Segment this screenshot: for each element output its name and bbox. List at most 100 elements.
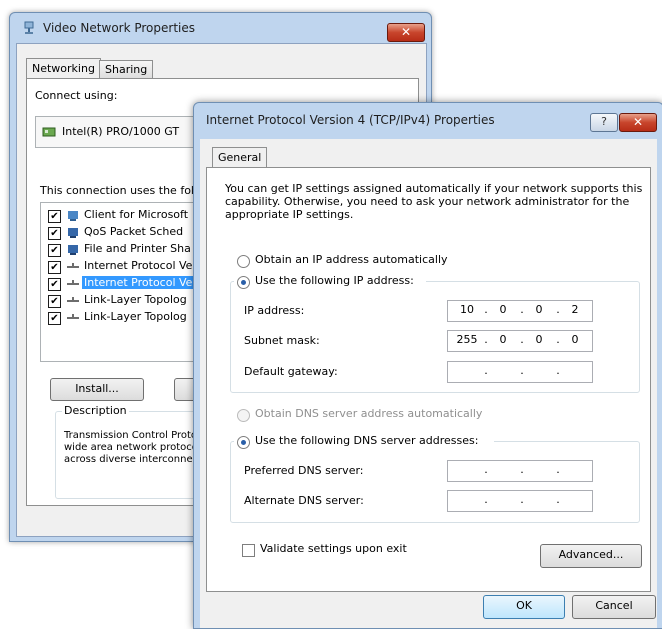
octet-separator: . bbox=[520, 493, 524, 506]
dialog-title: Internet Protocol Version 4 (TCP/IPv4) P… bbox=[206, 113, 495, 127]
tab-sharing[interactable]: Sharing bbox=[99, 60, 154, 79]
checkbox[interactable]: ✔ bbox=[48, 244, 61, 257]
list-item[interactable]: ✔ Link-Layer Topolog bbox=[44, 292, 211, 309]
help-icon: ? bbox=[601, 115, 607, 128]
alternate-dns-label: Alternate DNS server: bbox=[244, 494, 364, 507]
validate-label: Validate settings upon exit bbox=[260, 542, 407, 555]
list-item[interactable]: ✔ Link-Layer Topolog bbox=[44, 309, 211, 326]
tab-general[interactable]: General bbox=[212, 147, 268, 168]
use-following-dns-radio[interactable] bbox=[237, 436, 250, 449]
octet-separator: . bbox=[520, 303, 524, 316]
list-item[interactable]: ✔ Client for Microsoft bbox=[44, 207, 211, 224]
octet-separator: . bbox=[520, 463, 524, 476]
description-line: Transmission Control Proto bbox=[64, 430, 198, 441]
dialog-body: General You can get IP settings assigned… bbox=[200, 139, 657, 628]
dns-group-legend: Use the following DNS server addresses: bbox=[234, 434, 494, 450]
list-item[interactable]: ✔ Internet Protocol Ve bbox=[44, 258, 211, 275]
octet-separator: . bbox=[484, 463, 488, 476]
protocol-icon bbox=[67, 314, 79, 319]
ip-octet-4: 2 bbox=[571, 303, 579, 316]
close-icon: ✕ bbox=[400, 25, 412, 39]
checkbox[interactable]: ✔ bbox=[48, 295, 61, 308]
octet-separator: . bbox=[484, 303, 488, 316]
ip-address-field[interactable]: 10 . 0 . 0 . 2 bbox=[447, 300, 593, 322]
help-button[interactable]: ? bbox=[590, 113, 618, 132]
ip-octet-2: 0 bbox=[499, 303, 507, 316]
cancel-button[interactable]: Cancel bbox=[572, 595, 656, 619]
protocol-icon bbox=[67, 280, 79, 285]
install-button[interactable]: Install... bbox=[50, 378, 144, 401]
description-text: Transmission Control Proto wide area net… bbox=[64, 430, 198, 466]
checkbox[interactable]: ✔ bbox=[48, 227, 61, 240]
checkbox[interactable]: ✔ bbox=[48, 210, 61, 223]
default-gateway-label: Default gateway: bbox=[244, 365, 338, 378]
tab-networking[interactable]: Networking bbox=[26, 58, 101, 79]
close-icon: ✕ bbox=[632, 115, 644, 129]
obtain-ip-auto-radio[interactable] bbox=[237, 255, 250, 268]
ip-settings-group: IP address: 10 . 0 . 0 . 2 Subnet mask: … bbox=[230, 281, 640, 393]
dns-settings-group: Preferred DNS server: . . . Alternate DN… bbox=[230, 441, 640, 523]
alternate-dns-field[interactable]: . . . bbox=[447, 490, 593, 512]
octet-separator: . bbox=[556, 463, 560, 476]
service-icon bbox=[68, 228, 78, 238]
tab-general-label: General bbox=[218, 151, 262, 164]
use-following-ip-radio[interactable] bbox=[237, 276, 250, 289]
octet-separator: . bbox=[520, 364, 524, 377]
subnet-mask-field[interactable]: 255 . 0 . 0 . 0 bbox=[447, 330, 593, 352]
service-icon bbox=[68, 245, 78, 255]
octet-separator: . bbox=[556, 303, 560, 316]
default-gateway-field[interactable]: . . . bbox=[447, 361, 593, 383]
back-close-button[interactable]: ✕ bbox=[387, 23, 425, 42]
ipv4-properties-dialog: Internet Protocol Version 4 (TCP/IPv4) P… bbox=[193, 102, 662, 629]
item-label: Internet Protocol Ve bbox=[82, 276, 195, 289]
preferred-dns-field[interactable]: . . . bbox=[447, 460, 593, 482]
item-label: QoS Packet Sched bbox=[84, 225, 184, 238]
list-item-selected[interactable]: ✔ Internet Protocol Ve bbox=[44, 275, 211, 292]
protocol-icon bbox=[67, 297, 79, 302]
device-field: Intel(R) PRO/1000 GT bbox=[35, 116, 207, 148]
mask-octet-4: 0 bbox=[571, 333, 579, 346]
item-label: Internet Protocol Ve bbox=[84, 259, 193, 272]
checkbox[interactable]: ✔ bbox=[48, 278, 61, 291]
obtain-ip-auto-label: Obtain an IP address automatically bbox=[255, 253, 448, 266]
octet-separator: . bbox=[520, 333, 524, 346]
use-following-dns-label: Use the following DNS server addresses: bbox=[255, 434, 479, 447]
item-label: Link-Layer Topolog bbox=[84, 293, 187, 306]
list-item[interactable]: ✔ File and Printer Sha bbox=[44, 241, 211, 258]
item-label: Client for Microsoft bbox=[84, 208, 189, 221]
intro-text: You can get IP settings assigned automat… bbox=[225, 182, 643, 221]
advanced-button[interactable]: Advanced... bbox=[540, 544, 642, 568]
ip-address-label: IP address: bbox=[244, 304, 305, 317]
client-icon bbox=[68, 211, 78, 221]
description-line: across diverse interconne bbox=[64, 454, 193, 465]
checkbox[interactable]: ✔ bbox=[48, 312, 61, 325]
validate-checkbox[interactable] bbox=[242, 544, 255, 557]
octet-separator: . bbox=[556, 493, 560, 506]
network-adapter-icon bbox=[24, 21, 34, 34]
ok-button[interactable]: OK bbox=[483, 595, 565, 619]
list-item[interactable]: ✔ QoS Packet Sched bbox=[44, 224, 211, 241]
item-label: Link-Layer Topolog bbox=[84, 310, 187, 323]
tab-sharing-label: Sharing bbox=[105, 63, 148, 76]
install-button-label: Install... bbox=[75, 382, 119, 395]
description-title: Description bbox=[62, 404, 129, 417]
device-name: Intel(R) PRO/1000 GT bbox=[62, 125, 180, 138]
ip-octet-3: 0 bbox=[535, 303, 543, 316]
back-titlebar: Video Network Properties ✕ bbox=[10, 13, 431, 43]
connection-uses-label: This connection uses the fol bbox=[40, 184, 194, 197]
advanced-button-label: Advanced... bbox=[558, 548, 624, 561]
octet-separator: . bbox=[484, 333, 488, 346]
cancel-button-label: Cancel bbox=[595, 599, 633, 612]
components-list: ✔ Client for Microsoft ✔ QoS Packet Sche… bbox=[40, 202, 212, 362]
dialog-close-button[interactable]: ✕ bbox=[619, 113, 657, 132]
octet-separator: . bbox=[556, 364, 560, 377]
mask-octet-2: 0 bbox=[499, 333, 507, 346]
back-window-title: Video Network Properties bbox=[43, 21, 195, 35]
description-line: wide area network protoco bbox=[64, 442, 198, 453]
ip-octet-1: 10 bbox=[460, 303, 474, 316]
ok-button-label: OK bbox=[516, 599, 532, 612]
checkbox[interactable]: ✔ bbox=[48, 261, 61, 274]
network-card-icon bbox=[42, 127, 56, 137]
octet-separator: . bbox=[484, 493, 488, 506]
obtain-dns-auto-radio[interactable] bbox=[237, 409, 250, 422]
